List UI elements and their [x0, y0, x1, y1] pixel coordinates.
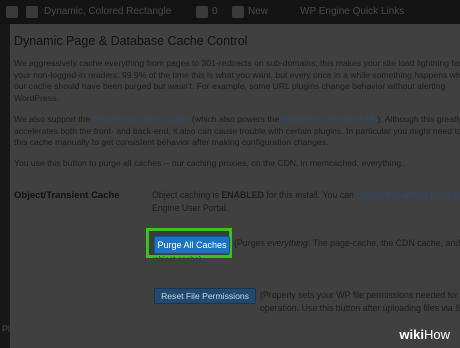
para2-text-mid: (which also powers the	[189, 114, 282, 124]
comments-icon[interactable]	[196, 6, 208, 18]
oc-text-mid: for this install. You can	[263, 190, 357, 200]
wordpress-logo-icon[interactable]	[6, 6, 18, 18]
update-setting-link[interactable]: update this setting in the WP	[356, 190, 460, 200]
purge-desc-pre: (Purges	[234, 238, 268, 248]
purge-description-continued: object cache)	[154, 255, 202, 264]
wpengine-quick-links[interactable]: WP Engine Quick Links	[300, 6, 404, 17]
main-content: Dynamic Page & Database Cache Control We…	[10, 24, 460, 348]
site-name-link[interactable]: Dynamic, Colored Rectangle	[44, 6, 171, 17]
para2-text-pre: We also support the	[14, 114, 93, 124]
admin-sidebar: Plugins	[0, 24, 32, 348]
reset-file-permissions-button[interactable]: Reset File Permissions	[154, 288, 256, 304]
object-cache-label: Object/Transient Cache	[14, 190, 120, 201]
home-icon[interactable]	[26, 6, 38, 18]
watermark-how: How	[423, 327, 450, 342]
comments-count: 0	[212, 6, 218, 17]
intro-paragraph: We aggressively cache everything from pa…	[14, 58, 460, 103]
purge-explanation: You use this button to purge all caches …	[14, 158, 404, 168]
watermark-wiki: wiki	[399, 327, 424, 342]
object-cache-status: Object caching is ENABLED for this insta…	[152, 189, 460, 215]
purge-desc-emphasis: everything	[267, 238, 308, 248]
wikihow-watermark: wikiHow	[399, 327, 450, 342]
purge-desc-post: : The page-cache, the CDN cache, and	[307, 238, 460, 248]
purge-description: (Purges everything: The page-cache, the …	[234, 238, 460, 248]
purge-all-caches-button[interactable]: Purge All Caches	[154, 236, 230, 254]
oc-enabled-status: ENABLED	[221, 190, 264, 200]
oc-text-pre: Object caching is	[152, 190, 222, 200]
plus-icon[interactable]	[232, 6, 244, 18]
wordpress-object-cache-link[interactable]: WordPress Object Cache	[93, 114, 190, 124]
new-link[interactable]: New	[248, 6, 268, 17]
reset-permissions-description: (Properly sets your WP file permissions …	[260, 290, 460, 313]
admin-toolbar: Dynamic, Colored Rectangle 0 New WP Engi…	[0, 0, 460, 24]
page-title: Dynamic Page & Database Cache Control	[14, 34, 248, 48]
object-cache-paragraph: We also support the WordPress Object Cac…	[14, 114, 460, 149]
wordpress-transient-api-link[interactable]: WordPress Transient API	[282, 114, 378, 124]
oc-text-post: Engine User Portal.	[152, 203, 229, 213]
